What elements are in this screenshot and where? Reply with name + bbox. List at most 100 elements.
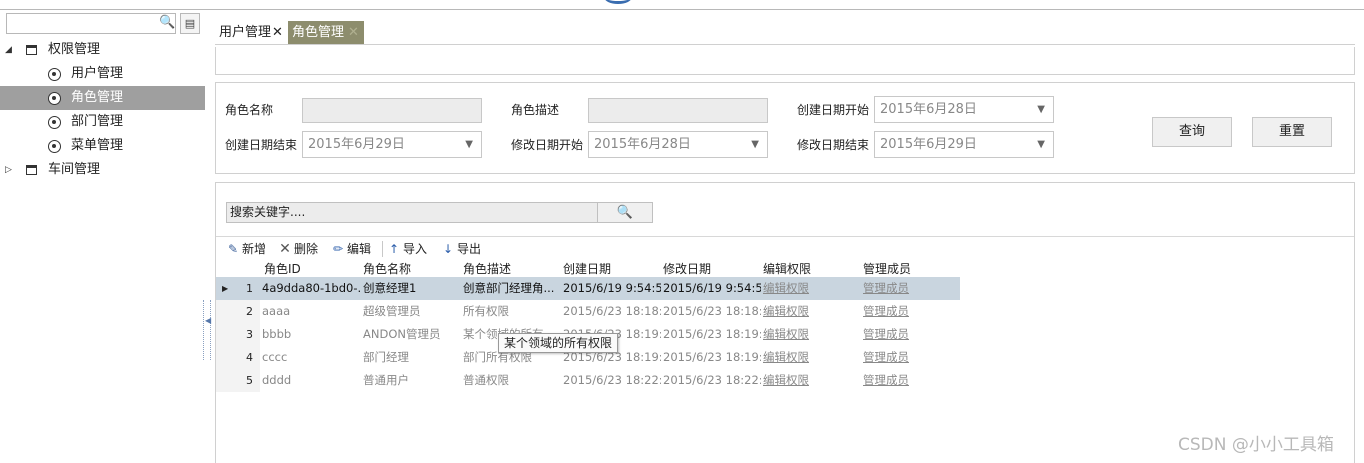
close-icon[interactable]: ✕ — [348, 21, 359, 44]
cell-created[interactable]: 2015/6/23 18:22:... — [563, 369, 661, 392]
tab-user-management[interactable]: 用户管理 ✕ — [215, 21, 287, 44]
sidebar: 🔍 ▤ ◢ 权限管理 用户管理 角色管理 部门管理 菜单管理 ▷ 车间管理 — [0, 10, 205, 463]
delete-button[interactable]: ✕ 删除 — [278, 240, 318, 258]
column-header-created[interactable]: 创建日期 — [563, 261, 611, 277]
manage-members-link[interactable]: 管理成员 — [863, 346, 909, 369]
splitter-grip[interactable] — [203, 300, 211, 360]
edit-permission-link[interactable]: 编辑权限 — [763, 369, 809, 392]
role-name-input[interactable] — [302, 98, 482, 123]
cell-id[interactable]: 4a9dda80-1bd0-... — [262, 277, 360, 300]
sidebar-search-input[interactable]: 🔍 — [6, 13, 176, 34]
tab-role-management[interactable]: 角色管理 ✕ — [288, 21, 364, 44]
row-header[interactable]: ▶ 1 — [216, 277, 260, 300]
sidebar-splitter[interactable] — [205, 10, 213, 463]
role-desc-input[interactable] — [588, 98, 768, 123]
cell-name[interactable]: 超级管理员 — [363, 300, 461, 323]
modify-start-date[interactable]: 2015年6月28日 ▼ — [588, 131, 768, 158]
cell-desc[interactable]: 普通权限 — [463, 369, 561, 392]
cell-created[interactable]: 2015/6/19 9:54:51 — [563, 277, 661, 300]
cell-name[interactable]: 创意经理1 — [363, 277, 461, 300]
cell-modified[interactable]: 2015/6/19 9:54:52 — [663, 277, 761, 300]
cell-tooltip: 某个领域的所有权限 — [498, 333, 618, 353]
cell-desc[interactable]: 创意部门经理角... — [463, 277, 561, 300]
tree-node-user-management[interactable]: 用户管理 — [0, 62, 205, 86]
chevron-down-icon[interactable]: ▼ — [751, 132, 759, 157]
column-header-edit-perm[interactable]: 编辑权限 — [763, 261, 811, 277]
row-header[interactable]: 2 — [216, 300, 260, 323]
collapse-left-icon[interactable]: ◀ — [205, 316, 211, 325]
tree-node-role-management[interactable]: 角色管理 — [0, 86, 205, 110]
cell-modified[interactable]: 2015/6/23 18:22:... — [663, 369, 761, 392]
tree-label: 部门管理 — [71, 114, 124, 129]
edit-permission-link[interactable]: 编辑权限 — [763, 277, 809, 300]
column-header-id[interactable]: 角色ID — [264, 261, 301, 277]
create-start-date[interactable]: 2015年6月28日 ▼ — [874, 96, 1054, 123]
cell-id[interactable]: aaaa — [262, 300, 360, 323]
chevron-down-icon[interactable]: ▼ — [1037, 132, 1045, 157]
row-header[interactable]: 5 — [216, 369, 260, 392]
modify-start-label: 修改日期开始 — [511, 138, 584, 152]
modify-end-date[interactable]: 2015年6月29日 ▼ — [874, 131, 1054, 158]
tree-node-department-management[interactable]: 部门管理 — [0, 110, 205, 134]
manage-members-link[interactable]: 管理成员 — [863, 369, 909, 392]
tree-label: 菜单管理 — [71, 138, 124, 153]
row-number: 4 — [246, 351, 253, 364]
manage-members-link[interactable]: 管理成员 — [863, 277, 909, 300]
table-row[interactable]: 5 dddd 普通用户 普通权限 2015/6/23 18:22:... 201… — [216, 369, 960, 392]
table-row[interactable]: ▶ 1 4a9dda80-1bd0-... 创意经理1 创意部门经理角... 2… — [216, 277, 960, 300]
close-icon[interactable]: ✕ — [272, 21, 283, 44]
tree-node-menu-management[interactable]: 菜单管理 — [0, 134, 205, 158]
column-header-name[interactable]: 角色名称 — [363, 261, 411, 277]
tree-node-permissions[interactable]: ◢ 权限管理 — [0, 38, 205, 62]
tree-label: 权限管理 — [48, 42, 101, 57]
top-header-strip — [0, 0, 1364, 10]
tree-node-workshop[interactable]: ▷ 车间管理 — [0, 158, 205, 182]
tab-toolbar-area — [215, 47, 1355, 75]
cell-id[interactable]: cccc — [262, 346, 360, 369]
add-button[interactable]: ✎ 新增 — [226, 240, 266, 258]
row-header[interactable]: 4 — [216, 346, 260, 369]
tree-label: 角色管理 — [71, 90, 124, 105]
reset-button[interactable]: 重置 — [1252, 117, 1332, 147]
chevron-down-icon[interactable]: ▼ — [465, 132, 473, 157]
edit-permission-link[interactable]: 编辑权限 — [763, 300, 809, 323]
cell-modified[interactable]: 2015/6/23 18:19:... — [663, 346, 761, 369]
row-header[interactable]: 3 — [216, 323, 260, 346]
modify-end-label: 修改日期结束 — [797, 138, 870, 152]
column-header-desc[interactable]: 角色描述 — [463, 261, 511, 277]
query-button[interactable]: 查询 — [1152, 117, 1232, 147]
watermark: CSDN @小小工具箱 — [1178, 435, 1334, 455]
cell-desc[interactable]: 所有权限 — [463, 300, 561, 323]
cell-id[interactable]: bbbb — [262, 323, 360, 346]
module-icon — [48, 116, 61, 129]
grid-toolbar: ✎ 新增 ✕ 删除 ✏ 编辑 ↑ 导入 ↓ 导出 — [216, 236, 1354, 260]
search-icon[interactable]: 🔍 — [159, 15, 175, 31]
manage-members-link[interactable]: 管理成员 — [863, 323, 909, 346]
expand-right-icon[interactable]: ▷ — [5, 158, 15, 182]
expand-down-icon[interactable]: ◢ — [5, 38, 15, 62]
folder-icon — [26, 165, 37, 175]
import-button[interactable]: ↑ 导入 — [387, 240, 427, 258]
cell-created[interactable]: 2015/6/23 18:18:... — [563, 300, 661, 323]
cell-name[interactable]: 普通用户 — [363, 369, 461, 392]
cell-modified[interactable]: 2015/6/23 18:19:... — [663, 323, 761, 346]
manage-members-link[interactable]: 管理成员 — [863, 300, 909, 323]
edit-button[interactable]: ✏ 编辑 — [331, 240, 371, 258]
tree-label: 车间管理 — [48, 162, 101, 177]
cell-name[interactable]: ANDON管理员 — [363, 323, 461, 346]
chevron-down-icon[interactable]: ▼ — [1037, 97, 1045, 122]
collapse-tree-button[interactable]: ▤ — [180, 13, 200, 34]
cell-modified[interactable]: 2015/6/23 18:18:... — [663, 300, 761, 323]
cell-id[interactable]: dddd — [262, 369, 360, 392]
create-end-label: 创建日期结束 — [225, 138, 298, 152]
column-header-modified[interactable]: 修改日期 — [663, 261, 711, 277]
cell-name[interactable]: 部门经理 — [363, 346, 461, 369]
export-button[interactable]: ↓ 导出 — [441, 240, 481, 258]
edit-permission-link[interactable]: 编辑权限 — [763, 346, 809, 369]
keyword-search-input[interactable]: 搜索关键字.... — [226, 202, 598, 223]
create-end-date[interactable]: 2015年6月29日 ▼ — [302, 131, 482, 158]
column-header-members[interactable]: 管理成员 — [863, 261, 911, 277]
keyword-search-button[interactable]: 🔍 — [597, 202, 653, 223]
edit-permission-link[interactable]: 编辑权限 — [763, 323, 809, 346]
table-row[interactable]: 2 aaaa 超级管理员 所有权限 2015/6/23 18:18:... 20… — [216, 300, 960, 323]
